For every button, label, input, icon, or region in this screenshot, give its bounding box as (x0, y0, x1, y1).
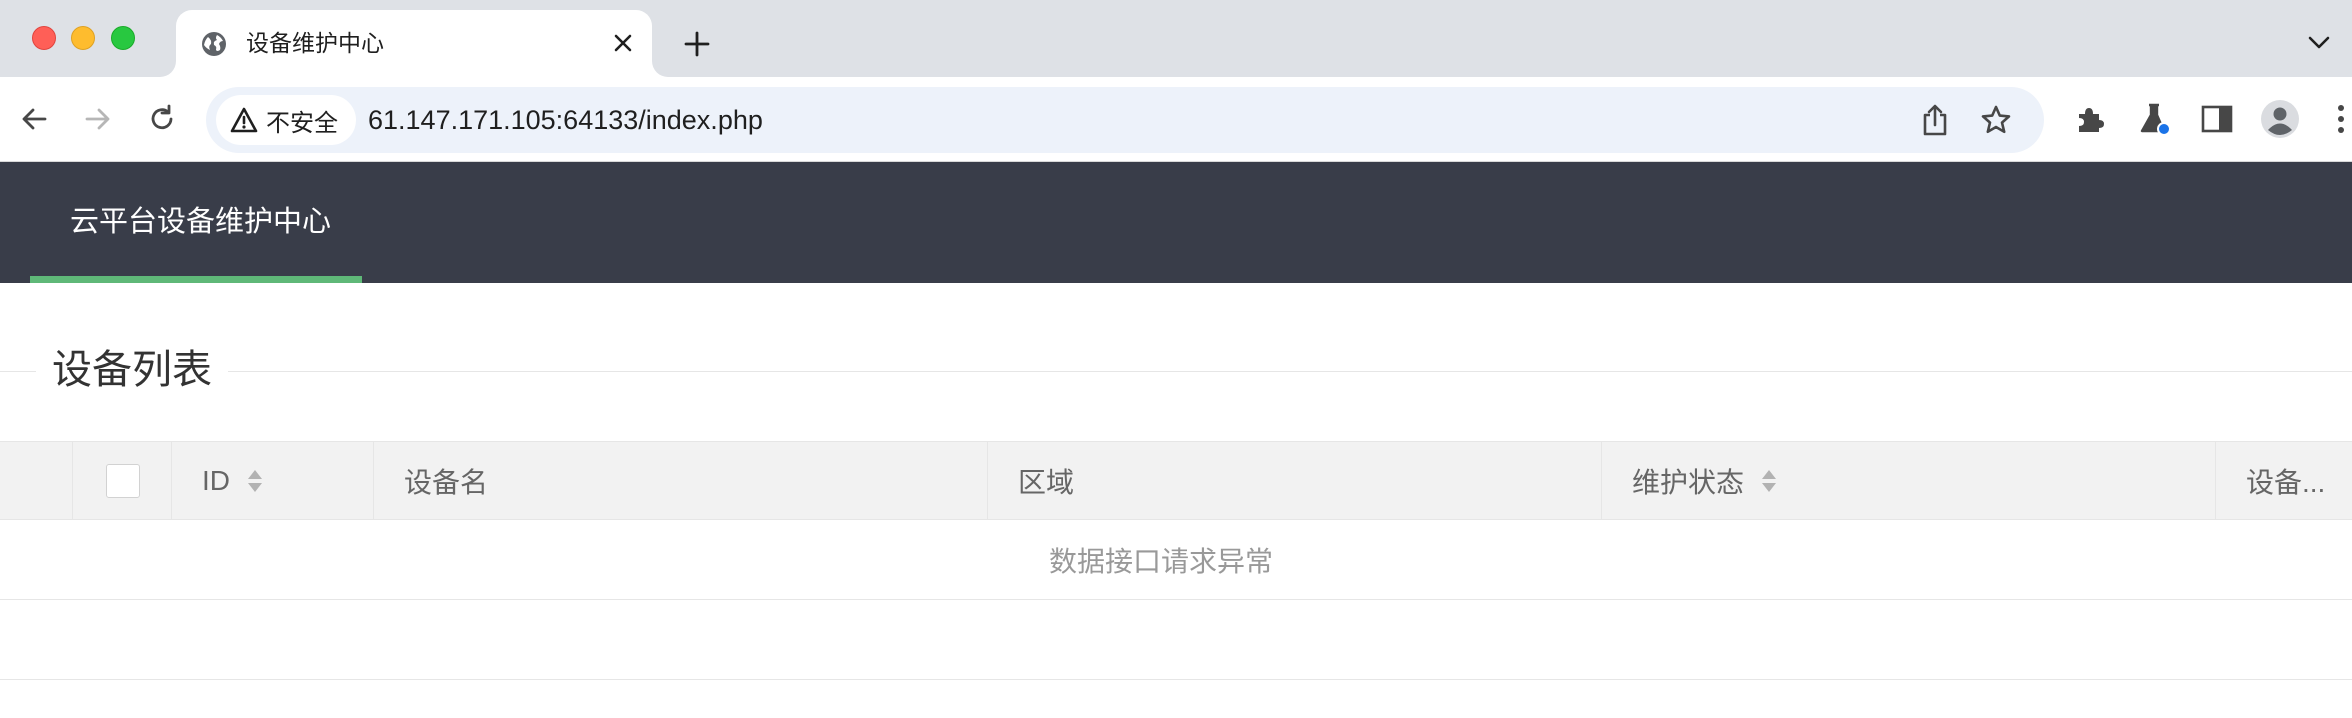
sort-icon[interactable] (246, 468, 264, 494)
reload-icon[interactable] (142, 99, 182, 139)
window-maximize-button[interactable] (111, 26, 135, 50)
globe-icon (202, 32, 226, 56)
sort-icon[interactable] (1760, 468, 1778, 494)
page-title: 设备列表 (36, 346, 228, 394)
column-header-device-more: 设备... (2216, 442, 2352, 519)
column-header-label: ID (202, 464, 230, 496)
column-header-label: 维护状态 (1632, 466, 1745, 498)
back-arrow-icon[interactable] (14, 99, 54, 139)
browser-tab-active[interactable]: 设备维护中心 (176, 10, 652, 77)
column-header-region: 区域 (988, 442, 1602, 519)
table-empty-row: 数据接口请求异常 (0, 520, 2352, 600)
forward-arrow-icon[interactable] (78, 99, 118, 139)
active-nav-indicator (30, 276, 362, 283)
empty-state-message: 数据接口请求异常 (1048, 545, 1273, 577)
url-text[interactable]: 61.147.171.105:64133/index.php (368, 103, 763, 137)
window-minimize-button[interactable] (71, 26, 95, 50)
puzzle-icon[interactable] (2070, 99, 2110, 139)
column-header-label: 设备... (2246, 466, 2326, 498)
security-indicator[interactable]: 不安全 (216, 95, 356, 145)
column-header-id[interactable]: ID (172, 442, 374, 519)
star-icon[interactable] (1977, 101, 2015, 139)
nav-item-label: 云平台设备维护中心 (70, 206, 332, 238)
security-label: 不安全 (266, 109, 338, 137)
column-header-device-name: 设备名 (374, 442, 988, 519)
warning-triangle-icon (230, 107, 258, 133)
table-bottom-border (0, 679, 2352, 680)
profile-icon[interactable] (2260, 99, 2300, 139)
window-close-button[interactable] (32, 26, 56, 50)
nav-item-brand[interactable]: 云平台设备维护中心 (30, 162, 362, 283)
browser-toolbar: 不安全 61.147.171.105:64133/index.php (0, 77, 2352, 162)
chevron-down-icon[interactable] (2304, 28, 2334, 58)
tab-title: 设备维护中心 (246, 30, 384, 56)
plus-icon[interactable] (680, 27, 714, 61)
column-header-label: 区域 (1018, 466, 1075, 498)
browser-tab-strip: 设备维护中心 (0, 0, 2352, 77)
column-header-label: 设备名 (404, 466, 489, 498)
share-icon[interactable] (1916, 101, 1954, 139)
kebab-menu-icon[interactable] (2330, 99, 2350, 139)
address-bar[interactable]: 不安全 61.147.171.105:64133/index.php (206, 87, 2044, 153)
flask-icon[interactable] (2134, 99, 2174, 139)
table-header-spacer (0, 442, 73, 519)
app-header: 云平台设备维护中心 (0, 162, 2352, 283)
section-divider (0, 371, 2352, 372)
close-icon[interactable] (608, 28, 638, 58)
column-header-maintenance-status[interactable]: 维护状态 (1602, 442, 2216, 519)
select-all-checkbox[interactable] (106, 463, 140, 498)
table-header: ID 设备名 区域 维护状态 设备... (0, 441, 2352, 520)
column-header-select (73, 442, 172, 519)
side-panel-icon[interactable] (2197, 99, 2237, 139)
